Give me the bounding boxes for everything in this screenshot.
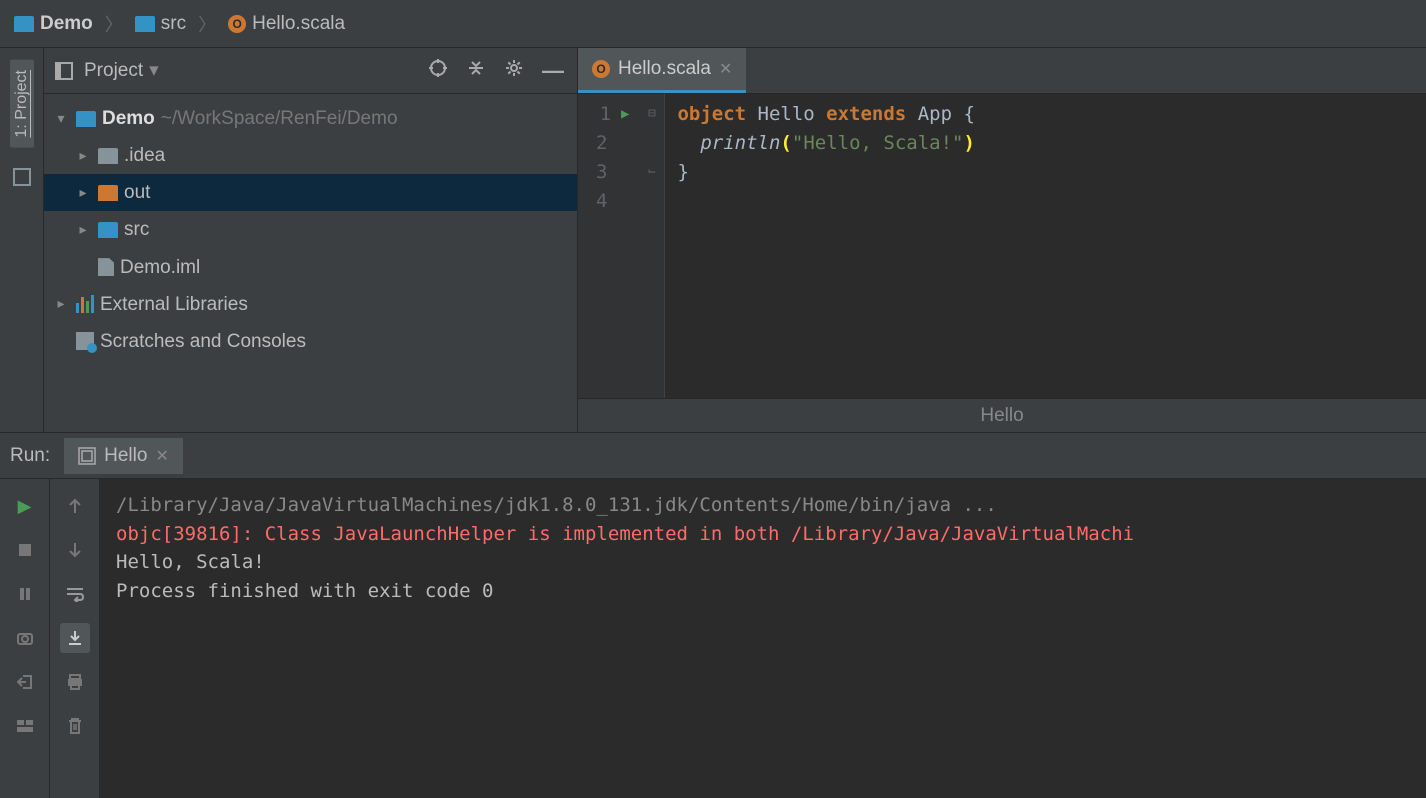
gear-icon[interactable] [501,55,527,87]
output-line: objc[39816]: Class JavaLaunchHelper is i… [116,520,1410,549]
output-line: Hello, Scala! [116,548,1410,577]
tree-row[interactable]: Scratches and Consoles [44,323,577,360]
tree-arrow-icon[interactable]: ▸ [74,143,92,169]
trash-icon[interactable] [60,711,90,741]
folder-icon [98,148,118,164]
editor-panel: O Hello.scala ✕ 1▶ 2 3 4 ⊟ ⌙ object Hell… [578,48,1426,432]
chevron-right-icon: 〉 [198,11,216,37]
tree-row[interactable]: ▸ out [44,174,577,211]
project-tool-tab[interactable]: 1: Project [10,60,34,148]
locate-icon[interactable] [425,55,451,87]
chevron-down-icon: ▾ [149,59,159,82]
run-mid-toolbar [50,479,100,798]
left-tool-strip: 1: Project [0,48,44,432]
run-left-toolbar: ▶ [0,479,50,798]
breadcrumb-label: Demo [40,13,93,35]
tree-arrow-icon[interactable]: ▸ [74,180,92,206]
breadcrumb-label: Hello.scala [252,13,345,35]
exit-button[interactable] [10,667,40,697]
layout-button[interactable] [10,711,40,741]
tree-row[interactable]: ▸ src [44,211,577,248]
run-label: Run: [10,445,50,467]
pause-button[interactable] [10,579,40,609]
scratches-icon [76,332,94,350]
breadcrumb-label: src [161,13,186,35]
tree-item-label: Demo [102,101,155,136]
tree-row[interactable]: ▾ Demo ~/WorkSpace/RenFei/Demo [44,100,577,137]
tree-arrow-icon[interactable]: ▸ [52,291,70,317]
close-icon[interactable]: ✕ [719,59,732,79]
folder-icon [76,111,96,127]
tree-row[interactable]: ▸ External Libraries [44,286,577,323]
folder-icon [98,222,118,238]
tree-item-label: External Libraries [100,287,248,322]
stop-button[interactable] [10,535,40,565]
run-panel: Run: Hello ✕ ▶ [0,432,1426,798]
editor-tab-label: Hello.scala [618,58,711,80]
breadcrumb-src[interactable]: src [129,11,192,37]
project-panel-toolbar: — [425,55,567,87]
tree-item-label: Scratches and Consoles [100,324,306,359]
breadcrumb-demo[interactable]: Demo [8,11,99,37]
tree-item-label: src [124,212,149,247]
editor-tabs: O Hello.scala ✕ [578,48,1426,94]
code-text-area[interactable]: object Hello extends App { println("Hell… [665,94,1426,398]
run-console-output[interactable]: /Library/Java/JavaVirtualMachines/jdk1.8… [100,479,1426,798]
close-icon[interactable]: ✕ [155,446,168,466]
down-icon[interactable] [60,535,90,565]
collapse-icon[interactable] [463,55,489,87]
folder-icon [135,16,155,32]
fold-toggle-icon[interactable]: ⊟ [645,100,658,129]
panel-view-icon [54,61,74,81]
soft-wrap-icon[interactable] [60,579,90,609]
module-file-icon [98,258,114,276]
up-icon[interactable] [60,491,90,521]
line-gutter: 1▶ 2 3 4 [578,94,639,398]
project-panel-title[interactable]: Project ▾ [84,59,159,82]
tree-item-label: .idea [124,138,165,173]
tree-arrow-icon[interactable]: ▾ [52,106,70,132]
folder-icon [14,16,34,32]
tree-row[interactable]: ▸ .idea [44,137,577,174]
tree-arrow-icon[interactable]: ▸ [74,217,92,243]
scroll-to-end-icon[interactable] [60,623,90,653]
breadcrumb-file[interactable]: O Hello.scala [222,11,351,37]
editor-tab-hello[interactable]: O Hello.scala ✕ [578,48,746,93]
tree-item-label: Demo.iml [120,250,200,285]
breadcrumb: Demo 〉 src 〉 O Hello.scala [0,0,1426,48]
hide-icon[interactable]: — [539,55,567,87]
chevron-right-icon: 〉 [105,11,123,37]
project-panel: Project ▾ — ▾ Demo ~/WorkSpace/RenFei/Dem… [44,48,578,432]
tree-item-path: ~/WorkSpace/RenFei/Demo [161,101,398,136]
editor-breadcrumb-trail[interactable]: Hello [578,398,1426,432]
fold-gutter: ⊟ ⌙ [639,94,665,398]
output-line: /Library/Java/JavaVirtualMachines/jdk1.8… [116,491,1410,520]
editor-body[interactable]: 1▶ 2 3 4 ⊟ ⌙ object Hello extends App { … [578,94,1426,398]
libraries-icon [76,295,94,313]
tree-item-label: out [124,175,150,210]
tree-row[interactable]: Demo.iml [44,249,577,286]
scala-file-icon: O [592,60,610,78]
run-config-icon [78,447,96,465]
fold-end-icon: ⌙ [645,158,658,187]
run-tab-label: Hello [104,445,147,467]
print-icon[interactable] [60,667,90,697]
scala-file-icon: O [228,15,246,33]
project-tree: ▾Demo ~/WorkSpace/RenFei/Demo▸.idea▸out▸… [44,94,577,366]
output-line: Process finished with exit code 0 [116,577,1410,606]
dump-button[interactable] [10,623,40,653]
run-panel-header: Run: Hello ✕ [0,433,1426,479]
folder-icon [98,185,118,201]
rerun-button[interactable]: ▶ [10,491,40,521]
structure-icon[interactable] [9,164,35,190]
run-gutter-icon[interactable]: ▶ [621,104,629,126]
project-panel-header: Project ▾ — [44,48,577,94]
run-tab-hello[interactable]: Hello ✕ [64,438,183,474]
